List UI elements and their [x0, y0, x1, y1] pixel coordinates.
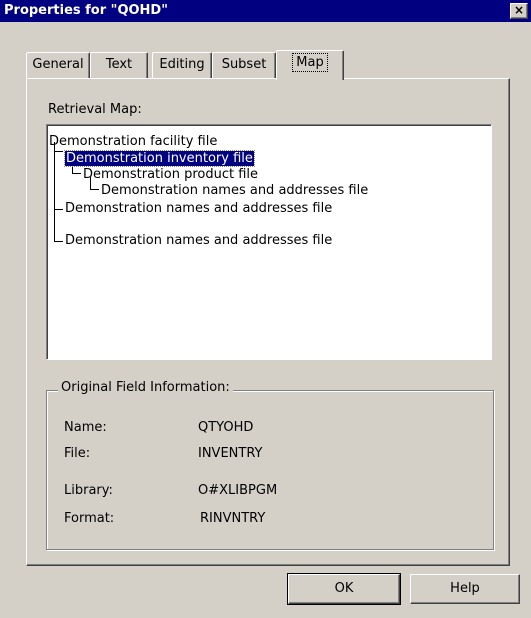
dialog-title: Properties for "QOHD"	[4, 3, 168, 18]
field-name-value: QTYOHD	[198, 420, 254, 435]
tree-item-names-2[interactable]: Demonstration names and addresses file	[65, 201, 332, 218]
field-file-value: INVENTRY	[198, 446, 263, 461]
field-file-label: File:	[64, 446, 91, 461]
tree-item-product[interactable]: Demonstration product file	[83, 167, 258, 184]
field-format-value: RINVNTRY	[200, 511, 266, 526]
tab-subset[interactable]: Subset	[212, 52, 276, 78]
tab-general-label: General	[32, 57, 84, 72]
close-button[interactable]: ×	[510, 3, 528, 19]
tree-item-label: Demonstration names and addresses file	[65, 233, 333, 248]
tab-text[interactable]: Text	[90, 52, 148, 78]
field-library-label: Library:	[64, 483, 113, 498]
tab-editing[interactable]: Editing	[152, 52, 212, 78]
tab-text-label: Text	[105, 57, 133, 72]
properties-dialog: Properties for "QOHD" × General Text Edi…	[0, 0, 531, 618]
field-name-label: Name:	[64, 420, 107, 435]
tree-item-label: Demonstration names and addresses file	[65, 201, 333, 216]
tab-general[interactable]: General	[26, 52, 90, 78]
ok-button-label: OK	[334, 581, 354, 596]
retrieval-map-label: Retrieval Map:	[48, 102, 142, 117]
ok-button[interactable]: OK	[287, 573, 401, 605]
tree-item-names-3[interactable]: Demonstration names and addresses file	[65, 233, 332, 250]
field-library-value: O#XLIBPGM	[198, 483, 278, 498]
original-field-info-group	[46, 390, 494, 550]
help-button-label: Help	[450, 581, 480, 596]
retrieval-map-tree[interactable]: Demonstration facility file Demonstratio…	[46, 124, 492, 360]
tab-editing-label: Editing	[159, 57, 205, 72]
title-bar: Properties for "QOHD" ×	[0, 0, 531, 22]
tab-subset-label: Subset	[221, 57, 267, 72]
tree-item-names-nested[interactable]: Demonstration names and addresses file	[101, 183, 368, 200]
tree-item-label: Demonstration product file	[83, 167, 259, 182]
close-icon: ×	[513, 3, 525, 17]
tree-item-label: Demonstration facility file	[49, 134, 218, 149]
tree-item-label: Demonstration inventory file	[64, 150, 255, 167]
tab-map-label: Map	[292, 53, 328, 72]
tab-map[interactable]: Map	[276, 50, 344, 80]
help-button[interactable]: Help	[410, 574, 520, 604]
field-format-label: Format:	[64, 511, 115, 526]
tree-item-facility[interactable]: Demonstration facility file	[49, 134, 217, 151]
tree-item-inventory[interactable]: Demonstration inventory file	[64, 150, 255, 168]
tree-item-label: Demonstration names and addresses file	[101, 183, 369, 198]
original-field-info-legend: Original Field Information:	[58, 380, 233, 395]
